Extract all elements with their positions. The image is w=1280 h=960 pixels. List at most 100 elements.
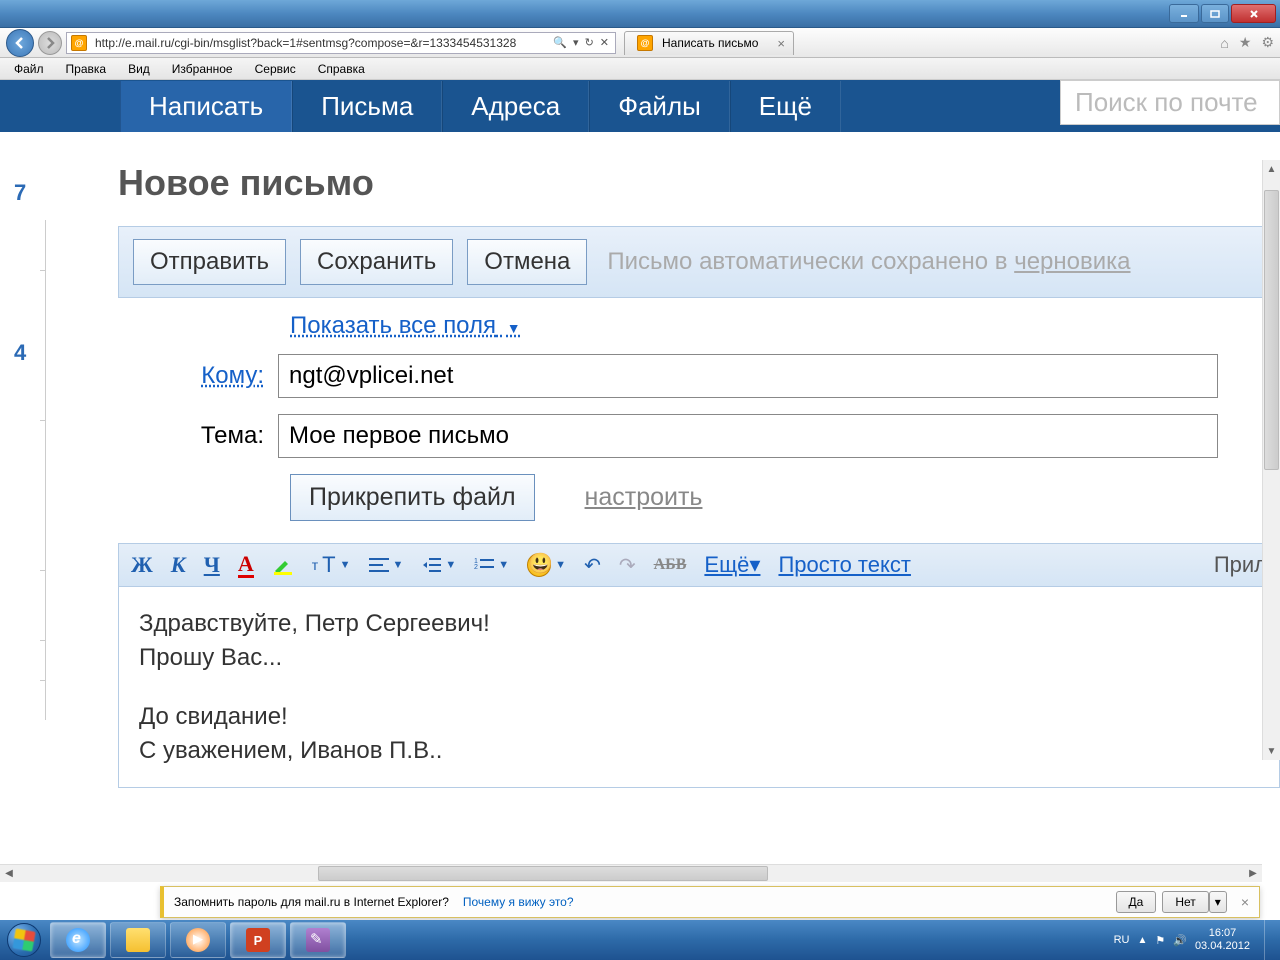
nav-files[interactable]: Файлы <box>589 81 730 132</box>
password-prompt-bar: Запомнить пароль для mail.ru в Internet … <box>160 886 1260 918</box>
browser-tab[interactable]: @ Написать письмо × <box>624 31 794 55</box>
folder-icon <box>126 928 150 952</box>
sidebar-count-2: 4 <box>14 340 26 366</box>
menu-help[interactable]: Справка <box>308 60 375 78</box>
minimize-button[interactable] <box>1169 4 1199 23</box>
tab-favicon-icon: @ <box>637 35 653 51</box>
taskbar-wmp[interactable] <box>170 922 226 958</box>
dropdown-icon[interactable]: ▾ <box>573 36 579 49</box>
scrollbar-thumb[interactable] <box>1264 190 1279 470</box>
tray-clock[interactable]: 16:07 03.04.2012 <box>1195 927 1250 953</box>
svg-text:2: 2 <box>474 564 478 571</box>
save-button[interactable]: Сохранить <box>300 239 453 285</box>
pw-close-icon[interactable]: × <box>1241 894 1249 910</box>
forward-button[interactable] <box>38 31 62 55</box>
send-button[interactable]: Отправить <box>133 239 286 285</box>
tray-flag-icon[interactable]: ⚑ <box>1155 934 1165 947</box>
tab-close-icon[interactable]: × <box>777 36 785 51</box>
nav-addresses[interactable]: Адреса <box>442 81 589 132</box>
taskbar-explorer[interactable] <box>110 922 166 958</box>
menu-favorites[interactable]: Избранное <box>162 60 243 78</box>
font-size-dropdown[interactable]: тТ▼ <box>312 552 351 578</box>
list-dropdown[interactable]: 12▼ <box>474 557 509 573</box>
taskbar-app[interactable] <box>290 922 346 958</box>
body-line: До свидание! <box>139 700 1259 734</box>
toolbar-more-link[interactable]: Ещё▾ <box>704 552 760 578</box>
stop-icon[interactable]: ✕ <box>600 36 609 49</box>
home-icon[interactable]: ⌂ <box>1220 35 1228 51</box>
cancel-button[interactable]: Отмена <box>467 239 587 285</box>
app-icon <box>306 928 330 952</box>
undo-button[interactable]: ↶ <box>584 553 601 578</box>
align-dropdown[interactable]: ▼ <box>369 557 404 573</box>
bold-button[interactable]: Ж <box>131 552 153 578</box>
wmp-icon <box>186 928 210 952</box>
pw-no-dropdown[interactable]: ▾ <box>1209 891 1227 913</box>
nav-more[interactable]: Ещё <box>730 81 841 132</box>
tray-expand-icon[interactable]: ▲ <box>1137 935 1147 946</box>
back-button[interactable] <box>6 29 34 57</box>
body-line: Прошу Вас... <box>139 641 1259 675</box>
why-link[interactable]: Почему я вижу это? <box>463 895 574 909</box>
to-label[interactable]: Кому: <box>118 362 278 390</box>
strike-button[interactable]: АБВ <box>654 556 687 574</box>
taskbar-ie[interactable] <box>50 922 106 958</box>
action-bar: Отправить Сохранить Отмена Письмо автома… <box>118 226 1280 298</box>
url-input[interactable] <box>91 33 547 53</box>
pw-no-button[interactable]: Нет <box>1162 891 1208 913</box>
configure-link[interactable]: настроить <box>585 483 703 512</box>
menu-view[interactable]: Вид <box>118 60 160 78</box>
vertical-scrollbar[interactable]: ▲ ▼ <box>1262 160 1280 760</box>
window-close-button[interactable] <box>1231 4 1276 23</box>
taskbar-powerpoint[interactable]: P <box>230 922 286 958</box>
menu-edit[interactable]: Правка <box>56 60 117 78</box>
emoji-dropdown[interactable]: ▼ <box>527 553 566 577</box>
menu-file[interactable]: Файл <box>4 60 54 78</box>
underline-button[interactable]: Ч <box>204 552 220 578</box>
maximize-button[interactable] <box>1201 4 1229 23</box>
mail-search-input[interactable]: Поиск по почте <box>1060 80 1280 125</box>
drafts-link[interactable]: черновика <box>1014 248 1130 275</box>
sidebar-count-1: 7 <box>14 180 26 206</box>
pw-yes-button[interactable]: Да <box>1116 891 1157 913</box>
address-bar[interactable]: @ 🔍 ▾ ↻ ✕ <box>66 32 616 54</box>
font-color-button[interactable]: A <box>238 553 254 578</box>
page-title: Новое письмо <box>118 162 1280 204</box>
redo-button[interactable]: ↷ <box>619 553 636 578</box>
smiley-icon <box>527 553 551 577</box>
attach-file-button[interactable]: Прикрепить файл <box>290 474 535 521</box>
italic-button[interactable]: К <box>171 552 186 578</box>
subject-input[interactable] <box>278 414 1218 458</box>
search-icon[interactable]: 🔍 <box>553 36 567 49</box>
horizontal-scrollbar[interactable]: ◀ ▶ <box>0 864 1262 882</box>
editor-body[interactable]: Здравствуйте, Петр Сергеевич! Прошу Вас.… <box>118 587 1280 788</box>
menu-service[interactable]: Сервис <box>245 60 306 78</box>
tray-volume-icon[interactable]: 🔊 <box>1173 934 1187 947</box>
indent-dropdown[interactable]: ▼ <box>421 557 456 573</box>
compose-area: Новое письмо Отправить Сохранить Отмена … <box>118 162 1280 788</box>
tab-title: Написать письмо <box>662 36 758 50</box>
chevron-down-icon: ▼ <box>507 320 521 336</box>
nav-compose[interactable]: Написать <box>120 81 292 132</box>
window-titlebar <box>0 0 1280 28</box>
ie-icon <box>66 928 90 952</box>
h-scrollbar-thumb[interactable] <box>318 866 768 881</box>
show-desktop-button[interactable] <box>1264 920 1274 960</box>
tools-icon[interactable]: ⚙ <box>1261 34 1274 51</box>
body-line: Здравствуйте, Петр Сергеевич! <box>139 607 1259 641</box>
subject-label: Тема: <box>118 422 278 450</box>
favorites-icon[interactable]: ★ <box>1239 34 1252 51</box>
taskbar: P RU ▲ ⚑ 🔊 16:07 03.04.2012 <box>0 920 1280 960</box>
pw-text: Запомнить пароль для mail.ru в Internet … <box>174 895 449 909</box>
refresh-icon[interactable]: ↻ <box>585 36 594 49</box>
to-input[interactable] <box>278 354 1218 398</box>
autosave-text: Письмо автоматически сохранено в чернови… <box>607 248 1130 276</box>
highlight-button[interactable] <box>272 554 294 576</box>
plaintext-link[interactable]: Просто текст <box>778 552 910 578</box>
start-button[interactable] <box>0 920 48 960</box>
nav-letters[interactable]: Письма <box>292 81 442 132</box>
show-all-fields-link[interactable]: Показать все поля ▼ <box>290 312 521 340</box>
tray-lang[interactable]: RU <box>1114 934 1130 946</box>
left-ruler <box>45 220 46 720</box>
body-line: С уважением, Иванов П.В.. <box>139 734 1259 768</box>
